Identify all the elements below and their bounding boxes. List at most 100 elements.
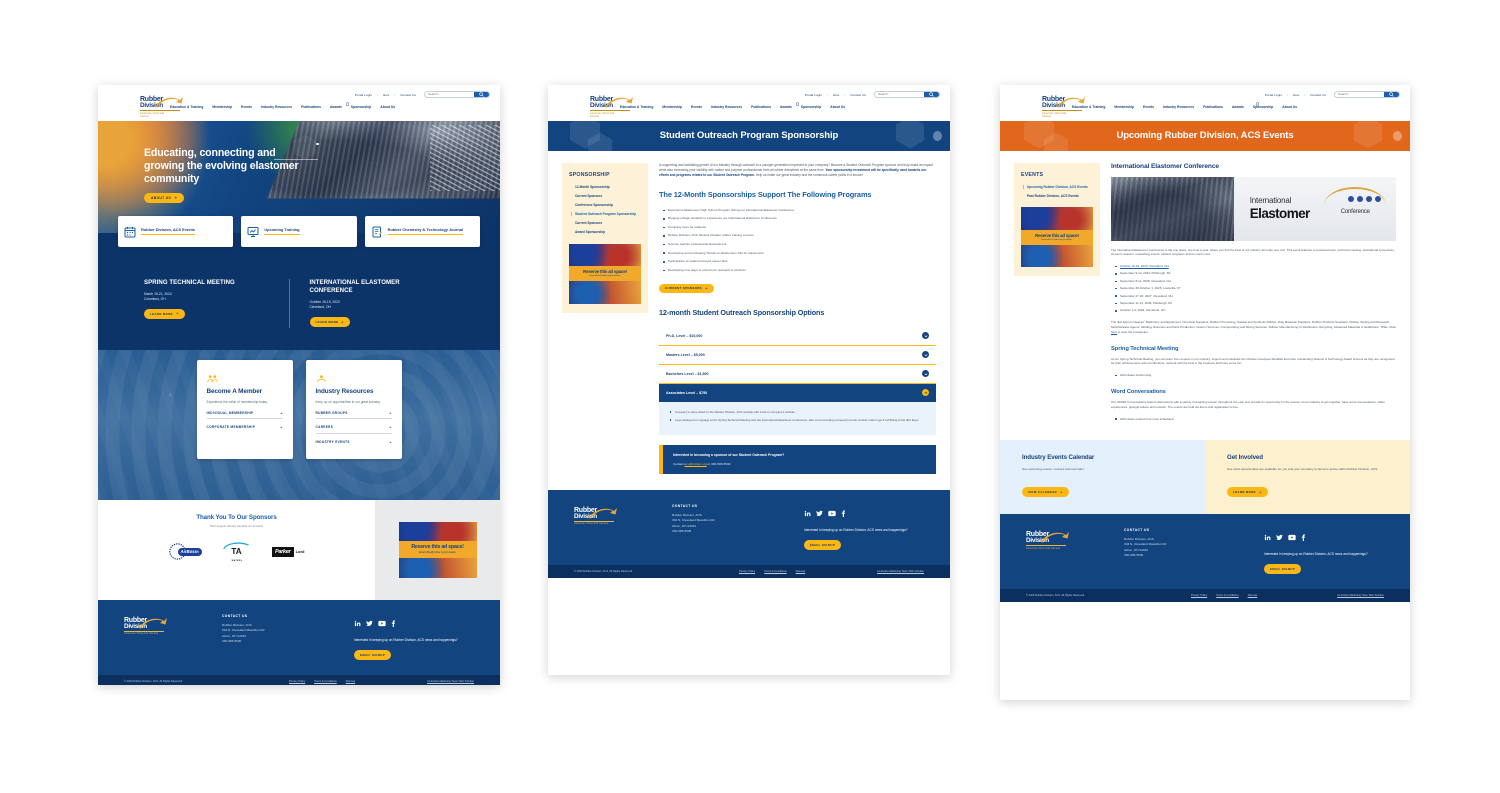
nav-item-about-us[interactable]: About Us	[1282, 105, 1297, 109]
accordion-row-associates[interactable]: Associates Level – $750	[659, 383, 936, 402]
twitter-icon[interactable]	[816, 504, 823, 522]
hero-about-us-button[interactable]: ABOUT US	[144, 192, 185, 203]
web-credit-link[interactable]: An Evolve Marketing Team Web Solution	[427, 680, 474, 683]
linkedin-icon[interactable]	[804, 504, 811, 522]
twitter-icon[interactable]	[366, 614, 373, 632]
accordion-row-phd[interactable]: Ph.D. Level – $10,000	[659, 327, 936, 346]
contact-us-link[interactable]: Contact Us	[1310, 93, 1326, 97]
site-logo[interactable]: Rubber Division American Chemical Societ…	[1010, 96, 1085, 118]
nav-item-events[interactable]: Events	[1143, 105, 1154, 109]
nav-item-sponsorship[interactable]: Sponsorship	[351, 105, 371, 109]
footer-logo[interactable]: Rubber Division American Chemical Societ…	[574, 504, 656, 551]
nav-item-awards[interactable]: Awards	[780, 105, 792, 109]
footer-phone[interactable]: 330-595-5530	[672, 529, 788, 534]
link-careers[interactable]: CAREERS	[315, 419, 392, 434]
email-signup-button[interactable]: EMAIL SIGNUP	[1264, 564, 1302, 574]
nav-item-membership[interactable]: Membership	[1114, 105, 1134, 109]
ad-tile[interactable]: Reserve this ad space! Email office@rubb…	[1021, 207, 1093, 268]
quick-card-journal[interactable]: Rubber Chemistry & Technology Journal	[364, 215, 480, 247]
nav-item-about-us[interactable]: About Us	[830, 105, 845, 109]
accordion-row-bachelors[interactable]: Bachelors Level – $1,500	[659, 365, 936, 384]
site-logo[interactable]: Rubber Division American Chemical Societ…	[558, 96, 633, 118]
chevron-down-icon[interactable]	[922, 370, 929, 378]
event-learn-more-button[interactable]: LEARN MORE	[144, 308, 185, 319]
get-involved-learn-more-button[interactable]: LEARN MORE	[1227, 487, 1268, 497]
email-signup-button[interactable]: EMAIL SIGNUP	[354, 650, 392, 660]
nav-item-industry-resources[interactable]: Industry Resources	[711, 105, 742, 109]
sidebar-item-conference-sponsorship[interactable]: Conference Sponsorship	[575, 203, 641, 208]
nav-item-sponsorship[interactable]: Sponsorship	[801, 105, 821, 109]
sponsor-logo-ta-instruments[interactable]: TA WATERS	[222, 541, 252, 562]
web-credit-link[interactable]: An Evolve Marketing Team Web Solution	[877, 570, 924, 573]
nav-item-events[interactable]: Events	[241, 105, 252, 109]
portal-login-link[interactable]: Portal Login	[355, 93, 372, 97]
sitemap-link[interactable]: Sitemap	[346, 680, 356, 683]
sidebar-item-upcoming-events[interactable]: Upcoming Rubber Division, ACS Events	[1023, 185, 1093, 190]
quick-card-events[interactable]: Rubber Division, ACS Events	[118, 215, 234, 247]
sidebar-item-12-month-sponsorship[interactable]: 12-Month Sponsorship	[575, 185, 641, 190]
sidebar-item-student-outreach-program-sponsorship[interactable]: Student Outreach Program Sponsorship	[571, 212, 641, 217]
facebook-icon[interactable]	[1301, 528, 1306, 546]
ad-tile[interactable]: Reserve this ad space! Email office@rubb…	[398, 521, 477, 578]
give-link[interactable]: Give	[383, 93, 390, 97]
twitter-icon[interactable]	[1276, 528, 1283, 546]
nav-item-awards[interactable]: Awards	[330, 105, 342, 109]
list-item-date-link[interactable]: October 16-19, 2023; Cleveland, OH	[1115, 264, 1396, 269]
portal-login-link[interactable]: Portal Login	[805, 93, 822, 97]
privacy-policy-link[interactable]: Privacy Policy	[1191, 594, 1207, 597]
email-signup-button[interactable]: EMAIL SIGNUP	[804, 540, 842, 550]
nav-item-awards[interactable]: Awards	[1232, 105, 1244, 109]
accordion-row-masters[interactable]: Masters Level – $5,000	[659, 346, 936, 365]
sitemap-link[interactable]: Sitemap	[796, 570, 806, 573]
quick-card-training[interactable]: Upcoming Training	[241, 215, 357, 247]
facebook-icon[interactable]	[391, 614, 396, 632]
terms-conditions-link[interactable]: Terms & Conditions	[764, 570, 787, 573]
give-link[interactable]: Give	[1293, 93, 1300, 97]
sidebar-item-current-sponsors-2[interactable]: Current Sponsors	[575, 221, 641, 226]
portal-login-link[interactable]: Portal Login	[1265, 93, 1282, 97]
nav-item-publications[interactable]: Publications	[301, 105, 321, 109]
link-rubber-groups[interactable]: RUBBER GROUPS	[315, 405, 392, 420]
terms-conditions-link[interactable]: Terms & Conditions	[314, 680, 337, 683]
chevron-up-icon[interactable]	[922, 389, 929, 397]
privacy-policy-link[interactable]: Privacy Policy	[739, 570, 755, 573]
contact-us-link[interactable]: Contact Us	[850, 93, 866, 97]
sponsor-logo-airboss[interactable]: AirBoss®	[168, 543, 202, 561]
contact-us-link[interactable]: Contact Us	[400, 93, 416, 97]
current-sponsors-button[interactable]: CURRENT SPONSORS	[659, 283, 714, 294]
sitemap-link[interactable]: Sitemap	[1248, 594, 1258, 597]
link-individual-membership[interactable]: INDIVIDUAL MEMBERSHIP	[206, 405, 283, 420]
nav-item-membership[interactable]: Membership	[662, 105, 682, 109]
footer-phone[interactable]: 330-595-5530	[222, 639, 338, 644]
chevron-down-icon[interactable]	[922, 351, 929, 359]
give-link[interactable]: Give	[833, 93, 840, 97]
nav-item-events[interactable]: Events	[691, 105, 702, 109]
sidebar-item-award-sponsorship[interactable]: Award Sponsorship	[575, 230, 641, 235]
sidebar-item-current-sponsors[interactable]: Current Sponsors	[575, 194, 641, 199]
link-industry-events[interactable]: INDUSTRY EVENTS	[316, 434, 392, 448]
nav-item-about-us[interactable]: About Us	[380, 105, 395, 109]
chevron-down-icon[interactable]	[922, 332, 929, 340]
facebook-icon[interactable]	[841, 504, 846, 522]
youtube-icon[interactable]	[1288, 528, 1296, 546]
nav-item-membership[interactable]: Membership	[212, 105, 232, 109]
youtube-icon[interactable]	[828, 504, 836, 522]
linkedin-icon[interactable]	[1264, 528, 1271, 546]
ad-tile[interactable]: Reserve this ad space! Email office@rubb…	[569, 243, 641, 304]
contact-email-link[interactable]: acs@rubber.org	[685, 462, 707, 466]
event-learn-more-button[interactable]: LEARN MORE	[309, 317, 351, 327]
link-corporate-membership[interactable]: CORPORATE MEMBERSHIP	[207, 419, 283, 433]
terms-conditions-link[interactable]: Terms & Conditions	[1216, 594, 1239, 597]
nav-item-publications[interactable]: Publications	[751, 105, 771, 109]
footer-logo[interactable]: Rubber Division American Chemical Societ…	[124, 614, 206, 661]
footer-logo[interactable]: Rubber Division American Chemical Societ…	[1026, 528, 1108, 575]
sidebar-item-past-events[interactable]: Past Rubber Division, ACS Events	[1027, 194, 1093, 199]
nav-item-publications[interactable]: Publications	[1203, 105, 1223, 109]
privacy-policy-link[interactable]: Privacy Policy	[289, 680, 305, 683]
view-calendar-button[interactable]: VIEW CALENDAR	[1022, 487, 1069, 497]
site-logo[interactable]: Rubber Division American Chemical Societ…	[108, 96, 183, 118]
youtube-icon[interactable]	[378, 614, 386, 632]
linkedin-icon[interactable]	[354, 614, 361, 632]
sponsor-logo-parker-lord[interactable]: Parker Lord	[271, 547, 304, 557]
footer-phone[interactable]: 330-595-5530	[1124, 553, 1248, 558]
